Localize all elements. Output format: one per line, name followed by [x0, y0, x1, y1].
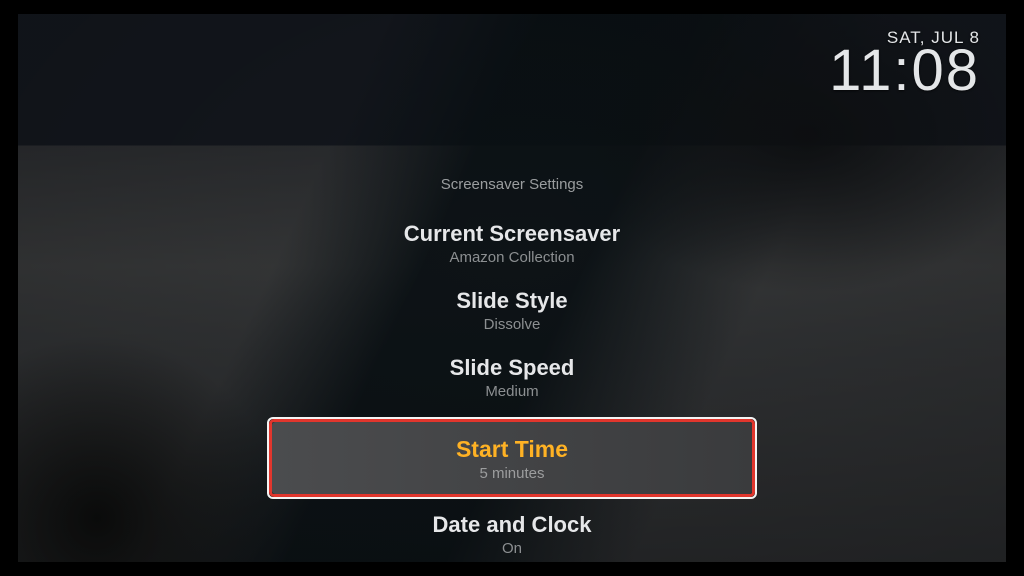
menu-item-slide-speed[interactable]: Slide Speed Medium: [272, 355, 752, 400]
settings-menu: Screensaver Settings Current Screensaver…: [272, 176, 752, 576]
menu-item-current-screensaver[interactable]: Current Screensaver Amazon Collection: [272, 221, 752, 266]
menu-item-date-and-clock[interactable]: Date and Clock On: [272, 512, 752, 557]
menu-item-slide-style[interactable]: Slide Style Dissolve: [272, 288, 752, 333]
menu-item-value: Medium: [272, 383, 752, 400]
clock-time: 11:08: [829, 42, 980, 100]
status-clock: SAT, JUL 8 11:08: [829, 28, 980, 100]
menu-item-label: Start Time: [272, 436, 752, 463]
menu-item-value: 5 minutes: [272, 465, 752, 482]
menu-item-label: Current Screensaver: [272, 221, 752, 247]
page-title: Screensaver Settings: [272, 176, 752, 193]
menu-item-label: Date and Clock: [272, 512, 752, 538]
menu-item-value: Dissolve: [272, 316, 752, 333]
menu-item-start-time[interactable]: Start Time 5 minutes: [272, 422, 752, 494]
menu-item-value: Amazon Collection: [272, 249, 752, 266]
menu-item-label: Slide Style: [272, 288, 752, 314]
menu-item-label: Slide Speed: [272, 355, 752, 381]
menu-item-value: On: [272, 540, 752, 557]
